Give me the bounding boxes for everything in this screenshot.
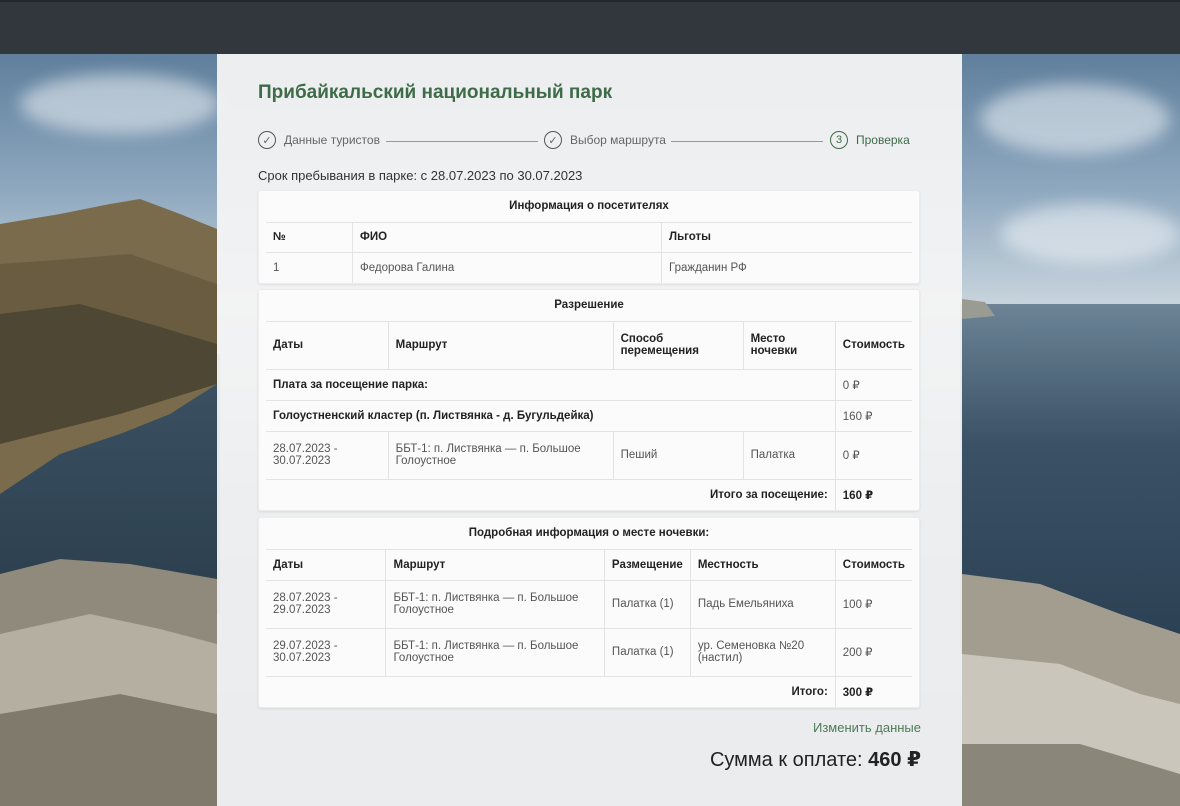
table-row: Плата за посещение парка: 0 ₽ bbox=[266, 369, 912, 401]
col-header: Льготы bbox=[661, 222, 912, 253]
col-header: Даты bbox=[266, 321, 389, 370]
col-header: Местность bbox=[689, 549, 836, 581]
overnight-dates: 28.07.2023 - 29.07.2023 bbox=[266, 580, 386, 629]
permit-cost: 0 ₽ bbox=[834, 431, 912, 480]
page-title: Прибайкальский национальный парк bbox=[258, 82, 613, 103]
col-header: Стоимость bbox=[834, 321, 912, 370]
visitors-caption: Информация о посетителях bbox=[266, 191, 912, 223]
overnight-dates: 29.07.2023 - 30.07.2023 bbox=[266, 628, 386, 677]
table-row: 29.07.2023 - 30.07.2023 ББТ-1: п. Листвя… bbox=[266, 628, 912, 677]
progress-stepper: ✓ Данные туристов ✓ Выбор маршрута 3 Про… bbox=[258, 131, 913, 153]
payment-label: Сумма к оплате: bbox=[709, 749, 863, 771]
overnight-total-value: 300 ₽ bbox=[834, 676, 912, 707]
table-row: Голоустненский кластер (п. Листвянка - д… bbox=[266, 400, 912, 432]
permit-total-value: 160 ₽ bbox=[834, 479, 912, 510]
check-icon: ✓ bbox=[544, 131, 562, 149]
payment-value: 460 ₽ bbox=[868, 749, 921, 771]
booking-review-panel: Прибайкальский национальный парк ✓ Данны… bbox=[217, 54, 962, 806]
table-row: Итого: 300 ₽ bbox=[266, 676, 912, 707]
col-header: Маршрут bbox=[387, 321, 614, 370]
overnight-caption: Подробная информация о месте ночевки: bbox=[266, 518, 912, 550]
edit-data-link[interactable]: Изменить данные bbox=[813, 720, 921, 735]
visitors-table: Информация о посетителях № ФИО Льготы 1 … bbox=[266, 191, 912, 283]
check-icon: ✓ bbox=[258, 131, 276, 149]
overnight-placement: Палатка (1) bbox=[603, 628, 691, 677]
overnight-route: ББТ-1: п. Листвянка — п. Большое Голоуст… bbox=[385, 580, 605, 629]
table-row: 28.07.2023 - 30.07.2023 ББТ-1: п. Листвя… bbox=[266, 431, 912, 480]
overnight-cost: 200 ₽ bbox=[834, 628, 912, 677]
permit-caption: Разрешение bbox=[266, 290, 912, 322]
visitor-number: 1 bbox=[273, 261, 280, 274]
col-header: Размещение bbox=[603, 549, 691, 581]
col-header: ФИО bbox=[352, 222, 662, 253]
table-row: Итого за посещение: 160 ₽ bbox=[266, 479, 912, 510]
step-label: Данные туристов bbox=[284, 133, 380, 147]
step-label: Проверка bbox=[856, 133, 910, 147]
overnight-placement: Палатка (1) bbox=[603, 580, 691, 629]
permit-table: Разрешение Даты Маршрут Способ перемещен… bbox=[266, 290, 912, 510]
permit-total-label: Итого за посещение: bbox=[710, 488, 828, 501]
overnight-area: ур. Семеновка №20 (настил) bbox=[689, 628, 836, 677]
col-header: Стоимость bbox=[834, 549, 912, 581]
step-label: Выбор маршрута bbox=[570, 133, 666, 147]
table-row: 1 Федорова Галина Гражданин РФ bbox=[266, 252, 912, 283]
col-header: Маршрут bbox=[385, 549, 605, 581]
overnight-table: Подробная информация о месте ночевки: Да… bbox=[266, 518, 912, 707]
visitor-benefit: Гражданин РФ bbox=[661, 252, 912, 283]
stay-period: Срок пребывания в парке: с 28.07.2023 по… bbox=[258, 168, 583, 183]
step-route-selection[interactable]: ✓ Выбор маршрута bbox=[544, 131, 666, 149]
cluster-label: Голоустненский кластер (п. Листвянка - д… bbox=[266, 400, 836, 432]
permit-overnight: Палатка bbox=[742, 431, 836, 480]
col-header: № bbox=[266, 222, 353, 253]
park-fee-value: 0 ₽ bbox=[834, 369, 912, 401]
step-review: 3 Проверка bbox=[830, 131, 910, 149]
step-tourist-data[interactable]: ✓ Данные туристов bbox=[258, 131, 380, 149]
top-navbar bbox=[0, 0, 1180, 54]
permit-transport: Пеший bbox=[612, 431, 744, 480]
col-header: Место ночевки bbox=[742, 321, 836, 370]
overnight-cost: 100 ₽ bbox=[834, 580, 912, 629]
overnight-total-label: Итого: bbox=[791, 685, 828, 698]
col-header: Способ перемещения bbox=[612, 321, 744, 370]
overnight-route: ББТ-1: п. Листвянка — п. Большое Голоуст… bbox=[385, 628, 605, 677]
step-number-badge: 3 bbox=[830, 131, 848, 149]
step-connector bbox=[386, 141, 538, 142]
visitors-card: Информация о посетителях № ФИО Льготы 1 … bbox=[258, 190, 920, 284]
payment-total: Сумма к оплате: 460 ₽ bbox=[710, 747, 921, 772]
step-connector bbox=[671, 141, 823, 142]
visitor-name: Федорова Галина bbox=[352, 252, 662, 283]
col-header: Даты bbox=[266, 549, 386, 581]
permit-card: Разрешение Даты Маршрут Способ перемещен… bbox=[258, 289, 920, 511]
table-row: 28.07.2023 - 29.07.2023 ББТ-1: п. Листвя… bbox=[266, 580, 912, 629]
park-fee-label: Плата за посещение парка: bbox=[266, 369, 836, 401]
permit-route: ББТ-1: п. Листвянка — п. Большое Голоуст… bbox=[387, 431, 614, 480]
overnight-area: Падь Емельяниха bbox=[689, 580, 836, 629]
overnight-card: Подробная информация о месте ночевки: Да… bbox=[258, 517, 920, 708]
cluster-value: 160 ₽ bbox=[834, 400, 912, 432]
permit-dates: 28.07.2023 - 30.07.2023 bbox=[266, 431, 389, 480]
